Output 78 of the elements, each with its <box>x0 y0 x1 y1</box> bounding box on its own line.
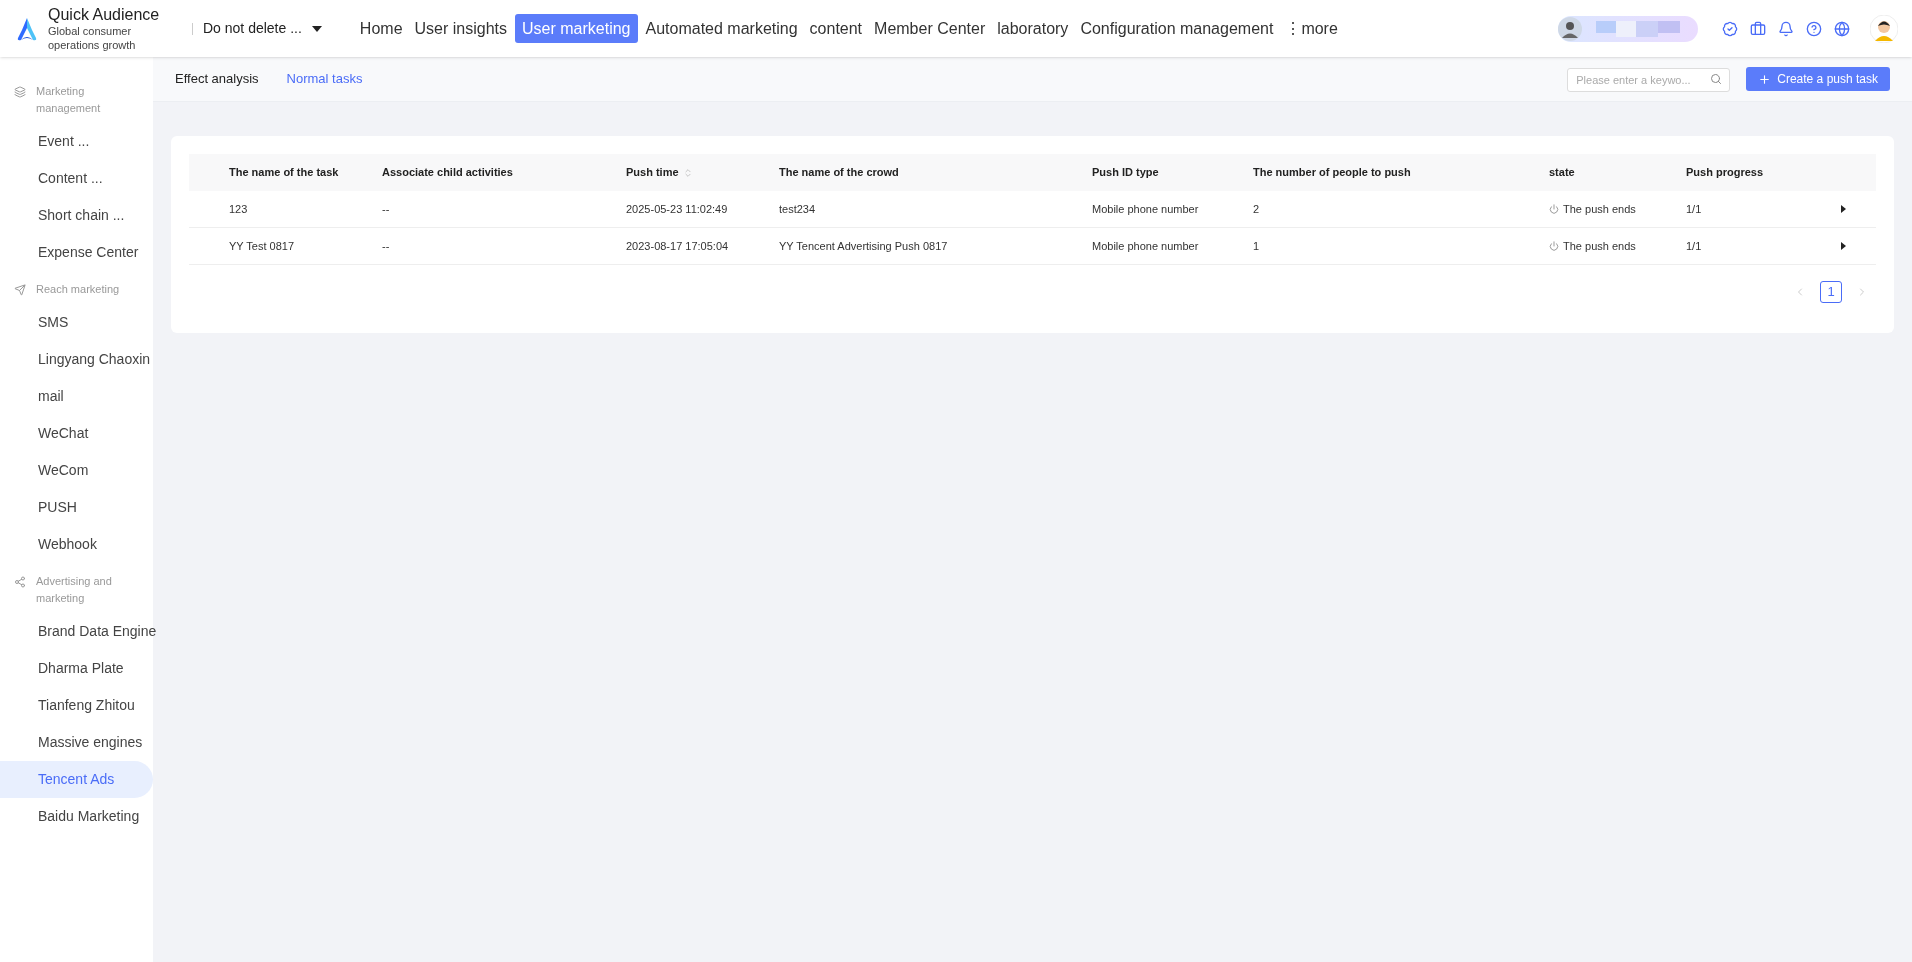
column-header: Push time <box>626 165 679 181</box>
sidebar-item[interactable]: Baidu Marketing <box>0 798 153 835</box>
avatar-icon[interactable] <box>1870 14 1898 43</box>
group-icon <box>14 576 26 588</box>
sidebar-item[interactable]: PUSH <box>0 489 153 526</box>
table-cell: 2 <box>1253 202 1260 215</box>
sidebar-item[interactable]: Short chain ... <box>0 197 153 234</box>
expand-icon[interactable] <box>1841 242 1846 250</box>
brand-tagline: Global consumer operations growth <box>48 24 137 53</box>
table-cell: 1/1 <box>1686 202 1702 215</box>
status-icon <box>1549 204 1559 214</box>
column-header: Associate child activities <box>382 165 513 181</box>
sidebar-item[interactable]: WeChat <box>0 415 153 452</box>
sidebar-item[interactable]: Webhook <box>0 526 153 563</box>
column-header: Push ID type <box>1092 165 1159 181</box>
sub-tab[interactable]: Effect analysis <box>175 69 259 89</box>
expand-icon[interactable] <box>1841 205 1846 213</box>
nav-tab[interactable]: User insights <box>410 14 511 43</box>
user-pill[interactable] <box>1558 15 1698 42</box>
sidebar-item[interactable]: Massive engines <box>0 724 153 761</box>
create-button[interactable]: Create a push task <box>1746 67 1890 91</box>
status-text: The push ends <box>1563 238 1636 254</box>
plus-icon <box>1758 72 1772 86</box>
sidebar-item[interactable]: WeCom <box>0 452 153 489</box>
nav-tab[interactable]: Configuration management <box>1076 14 1278 43</box>
status-text: The push ends <box>1563 201 1636 217</box>
globe-icon[interactable] <box>1834 20 1850 37</box>
sidebar-group-label: Reach marketing <box>36 282 121 297</box>
sidebar-item[interactable]: Tianfeng Zhitou <box>0 687 153 724</box>
group-icon <box>14 284 26 296</box>
sidebar-group-label: Marketing management <box>36 84 102 116</box>
sidebar-item[interactable]: Event ... <box>0 123 153 160</box>
column-header: The number of people to push <box>1253 165 1411 181</box>
status-icon <box>1549 241 1559 251</box>
notification-icon[interactable] <box>1778 20 1794 37</box>
sidebar-item[interactable]: Content ... <box>0 160 153 197</box>
column-header: The name of the crowd <box>779 165 899 181</box>
sidebar-item[interactable]: Dharma Plate <box>0 650 153 687</box>
table-cell: 1 <box>1253 239 1260 252</box>
sidebar-group-label: Advertising and marketing <box>36 574 113 606</box>
workspace-dropdown[interactable]: Do not delete ... <box>203 18 322 39</box>
column-header: state <box>1549 165 1575 181</box>
column-header: The name of the task <box>229 165 339 181</box>
brand-name: Quick Audience <box>48 4 161 25</box>
avatar-icon <box>1558 16 1582 41</box>
sub-tab[interactable]: Normal tasks <box>286 69 363 89</box>
nav-tab[interactable]: Member Center <box>870 14 990 43</box>
nav-tab[interactable]: User marketing <box>515 14 638 43</box>
table-cell: Mobile phone number <box>1092 202 1199 215</box>
sidebar-item[interactable]: Expense Center <box>0 234 153 271</box>
table-cell: 2023-08-17 17:05:04 <box>626 239 729 252</box>
table-cell: -- <box>382 202 390 215</box>
group-icon <box>14 86 26 98</box>
nav-tab[interactable]: Automated marketing <box>641 14 802 43</box>
table-cell: test234 <box>779 202 816 215</box>
nav-tab[interactable]: laboratory <box>993 14 1073 43</box>
help-icon[interactable] <box>1806 20 1822 37</box>
table-cell: 123 <box>229 202 248 215</box>
table-cell: YY Tencent Advertising Push 0817 <box>779 239 948 252</box>
nav-tab[interactable]: content <box>805 14 867 43</box>
table-cell: -- <box>382 239 390 252</box>
badge-icon[interactable] <box>1722 20 1738 37</box>
nav-tab[interactable]: ⋮more <box>1281 14 1342 43</box>
caret-icon <box>311 25 322 32</box>
sidebar-item[interactable]: mail <box>0 378 153 415</box>
nav-tab[interactable]: Home <box>355 14 407 43</box>
table-cell: YY Test 0817 <box>229 239 295 252</box>
table-cell: Mobile phone number <box>1092 239 1199 252</box>
page-button[interactable]: 1 <box>1820 281 1842 303</box>
table-cell: 2025-05-23 11:02:49 <box>626 202 728 215</box>
table-cell: 1/1 <box>1686 239 1702 252</box>
search-icon[interactable] <box>1710 73 1723 85</box>
column-header: Push progress <box>1686 165 1764 181</box>
sidebar-item[interactable]: Lingyang Chaoxin <box>0 341 153 378</box>
sidebar-item[interactable]: Tencent Ads <box>0 761 153 798</box>
briefcase-icon[interactable] <box>1750 20 1766 37</box>
sidebar-item[interactable]: SMS <box>0 304 153 341</box>
search-field[interactable]: Please enter a keywo... <box>1567 68 1731 92</box>
